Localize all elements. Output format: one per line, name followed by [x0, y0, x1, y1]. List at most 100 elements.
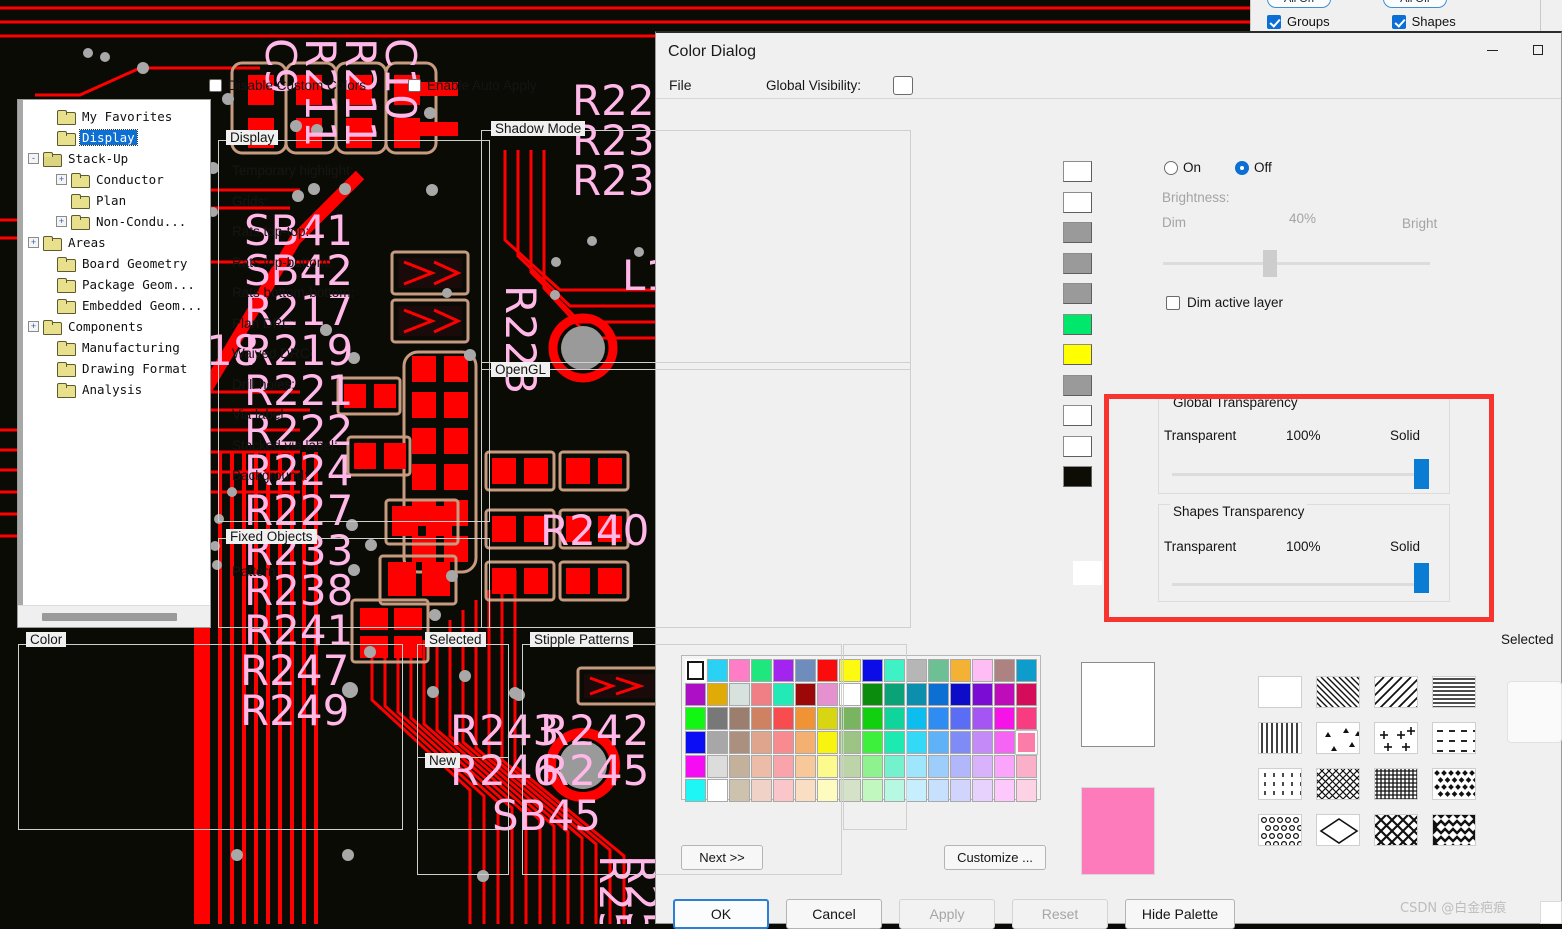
stipple-diamond-dots[interactable] [1432, 768, 1476, 800]
all-on-off-buttons[interactable]: All On All Off [1267, 0, 1447, 8]
palette-swatch[interactable] [993, 683, 1015, 706]
tree-item-embedded-geom[interactable]: Embedded Geom... [42, 295, 204, 315]
palette-swatch[interactable] [993, 659, 1015, 682]
radio-shadow-on[interactable]: On [1164, 160, 1201, 175]
palette-swatch[interactable] [927, 755, 949, 778]
tree-item-components[interactable]: + Components [28, 316, 145, 336]
palette-swatch[interactable] [905, 707, 927, 730]
palette-swatch[interactable] [949, 731, 971, 754]
ok-button[interactable]: OK [673, 899, 769, 929]
scrollbar-thumb[interactable] [42, 613, 177, 621]
palette-swatch[interactable] [949, 659, 971, 682]
checkbox-shapes[interactable]: Shapes [1391, 14, 1456, 29]
palette-swatch[interactable] [971, 659, 993, 682]
category-tree[interactable]: My Favorites Display - Stack-Up + Conductor Pl… [17, 99, 211, 628]
tree-item-analysis[interactable]: Analysis [42, 379, 144, 399]
all-on-button[interactable]: All On [1267, 0, 1331, 8]
tree-item-areas[interactable]: + Areas [28, 232, 108, 252]
checkbox-dim-active-layer[interactable]: Dim active layer [1166, 295, 1283, 310]
expand-icon[interactable]: + [56, 215, 67, 227]
palette-swatch[interactable] [949, 707, 971, 730]
hide-palette-button[interactable]: Hide Palette [1125, 899, 1235, 929]
display-row-color-swatch[interactable] [1063, 435, 1092, 457]
display-row-color-swatch[interactable] [1063, 344, 1092, 365]
tree-horizontal-scrollbar[interactable] [18, 605, 210, 627]
maximize-icon[interactable] [1515, 33, 1561, 67]
tree-item-conductor[interactable]: + Conductor [56, 169, 166, 189]
stipple-diagonal-cross[interactable] [1374, 814, 1418, 846]
brightness-slider-thumb[interactable] [1263, 250, 1277, 277]
stipple-solid-blank[interactable] [1258, 676, 1302, 708]
checkbox-enable-auto-apply[interactable]: Enable Auto Apply [408, 78, 537, 93]
stipple-vertical-lines[interactable] [1258, 722, 1302, 754]
palette-swatch[interactable] [905, 659, 927, 682]
display-row-color-swatch[interactable] [1063, 283, 1092, 304]
stipple-solid-diamond-dense[interactable] [1432, 814, 1476, 846]
palette-swatch[interactable] [1015, 659, 1037, 682]
radio-shadow-off[interactable]: Off [1235, 160, 1272, 175]
global-visibility-dropdown[interactable] [893, 76, 913, 95]
palette-swatch[interactable] [927, 659, 949, 682]
customize-button[interactable]: Customize ... [944, 845, 1046, 870]
tree-item-plan[interactable]: Plan [56, 190, 128, 210]
palette-swatch[interactable] [1015, 779, 1037, 802]
display-row-color-swatch[interactable] [1063, 374, 1092, 396]
expand-icon[interactable]: + [56, 173, 67, 185]
palette-swatch[interactable] [971, 779, 993, 802]
display-row-color-swatch[interactable] [1063, 313, 1092, 335]
stipple-horizontal-lines[interactable] [1432, 676, 1476, 708]
stipple-dotted-vertical-dashes[interactable] [1258, 768, 1302, 800]
palette-swatch[interactable] [971, 731, 993, 754]
palette-swatch[interactable] [905, 683, 927, 706]
palette-swatch[interactable] [905, 755, 927, 778]
stipple-triangles[interactable] [1316, 722, 1360, 754]
palette-swatch[interactable] [949, 683, 971, 706]
menu-file[interactable]: File [664, 76, 697, 94]
palette-swatch[interactable] [993, 755, 1015, 778]
shapes-transparency-slider-thumb[interactable] [1414, 563, 1429, 593]
checkbox-groups[interactable]: Groups [1267, 14, 1330, 29]
tree-item-non-condu[interactable]: + Non-Condu... [56, 211, 188, 231]
palette-swatch[interactable] [1015, 731, 1037, 754]
tree-item-display[interactable]: Display [42, 127, 138, 147]
stipple-diagonal-lines-right-wide[interactable] [1374, 676, 1418, 708]
checkbox-disable-custom-colors[interactable]: Disable Custom Colors [209, 78, 366, 93]
stipple-pattern-grid[interactable] [1258, 676, 1486, 846]
palette-swatch[interactable] [905, 779, 927, 802]
expand-icon[interactable]: + [28, 320, 39, 332]
palette-swatch[interactable] [949, 779, 971, 802]
display-row-color-swatch[interactable] [1063, 222, 1092, 243]
palette-swatch[interactable] [927, 731, 949, 754]
global-transparency-slider-track[interactable] [1172, 473, 1420, 476]
pattern-swatch[interactable] [1073, 561, 1102, 585]
stipple-dashes[interactable] [1432, 722, 1476, 754]
tree-item-manufacturing[interactable]: Manufacturing [42, 337, 182, 357]
palette-swatch[interactable] [971, 707, 993, 730]
tree-item-package-geom[interactable]: Package Geom... [42, 274, 197, 294]
display-row-color-swatch[interactable] [1063, 405, 1092, 426]
tree-item-stack-up[interactable]: - Stack-Up [28, 148, 130, 168]
tree-item-board-geometry[interactable]: Board Geometry [42, 253, 189, 273]
display-row-color-swatch[interactable] [1063, 466, 1092, 487]
stipple-grid-dense[interactable] [1374, 768, 1418, 800]
dialog-titlebar[interactable]: Color Dialog [656, 33, 1561, 73]
palette-swatch[interactable] [993, 707, 1015, 730]
palette-swatch[interactable] [1015, 683, 1037, 706]
palette-swatch[interactable] [971, 683, 993, 706]
stipple-circles-dots[interactable] [1258, 814, 1302, 846]
tree-item-drawing-format[interactable]: Drawing Format [42, 358, 189, 378]
stipple-large-diamond[interactable] [1316, 814, 1360, 846]
shapes-transparency-slider-track[interactable] [1172, 583, 1420, 586]
palette-swatch[interactable] [971, 755, 993, 778]
expand-icon[interactable]: + [28, 236, 39, 248]
palette-swatch[interactable] [927, 683, 949, 706]
stipple-crosshatch-diamond[interactable] [1316, 768, 1360, 800]
palette-swatch[interactable] [993, 779, 1015, 802]
all-off-button[interactable]: All Off [1383, 0, 1447, 8]
display-row-color-swatch[interactable] [1063, 191, 1092, 213]
tree-item-my-favorites[interactable]: My Favorites [42, 106, 174, 126]
brightness-slider-track[interactable] [1163, 262, 1430, 265]
palette-swatch[interactable] [993, 731, 1015, 754]
display-row-color-swatch[interactable] [1063, 161, 1092, 182]
palette-swatch[interactable] [927, 707, 949, 730]
